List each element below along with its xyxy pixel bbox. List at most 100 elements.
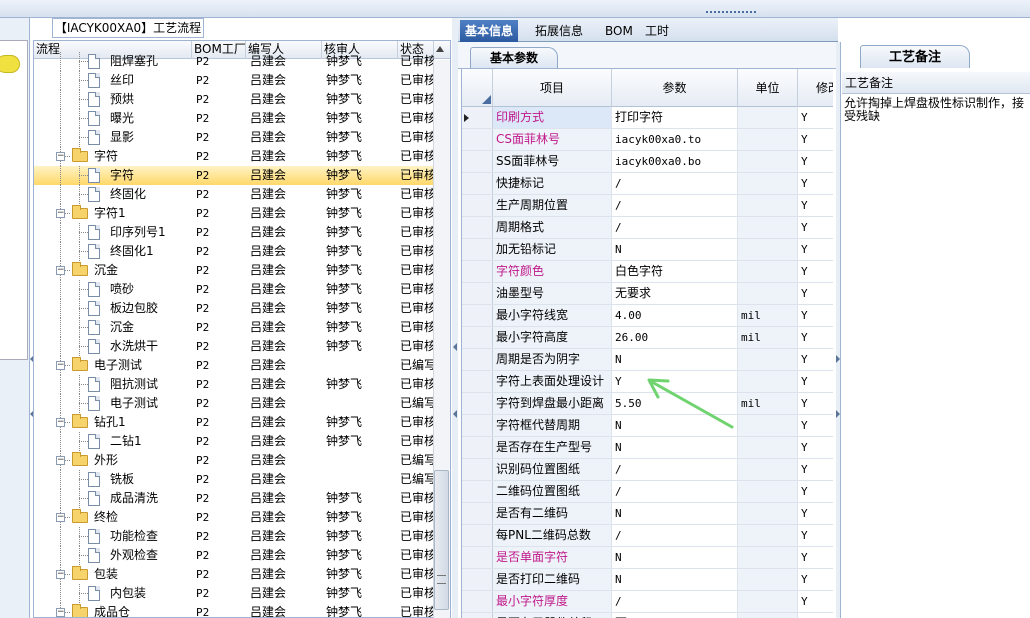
row-header[interactable]	[462, 305, 493, 326]
grid-cell-unit[interactable]	[738, 151, 798, 172]
row-header[interactable]	[462, 481, 493, 502]
grid-row[interactable]: 最小字符厚度 / Y	[462, 591, 833, 613]
grid-cell-modify[interactable]: Y	[798, 349, 833, 370]
collapse-toggle-icon[interactable]: −	[56, 152, 65, 161]
row-header[interactable]	[462, 349, 493, 370]
grid-cell-param[interactable]: /	[612, 591, 738, 612]
grid-col-modify[interactable]: 修改	[798, 69, 833, 107]
grid-row[interactable]: 二维码位置图纸 / Y	[462, 481, 833, 503]
grid-cell-modify[interactable]: Y	[798, 173, 833, 194]
row-header[interactable]	[462, 327, 493, 348]
grid-cell-param[interactable]: iacyk00xa0.to	[612, 129, 738, 150]
grid-cell-param[interactable]: /	[612, 525, 738, 546]
grid-cell-unit[interactable]	[738, 107, 798, 128]
tree-row[interactable]: 阻焊塞孔 P2 吕建会 钟梦飞 已审核	[34, 52, 434, 71]
tree-row[interactable]: 喷砂 P2 吕建会 钟梦飞 已审核	[34, 280, 434, 299]
grid-row[interactable]: 生产周期位置 / Y	[462, 195, 833, 217]
grid-cell-modify[interactable]: Y	[798, 107, 833, 128]
tree-row[interactable]: 水洗烘干 P2 吕建会 钟梦飞 已审核	[34, 337, 434, 356]
collapse-mid-arrow-icon-2[interactable]	[453, 410, 457, 418]
tree-row[interactable]: − 终检 P2 吕建会 钟梦飞 已审核	[34, 508, 434, 527]
tree-row[interactable]: 曝光 P2 吕建会 钟梦飞 已审核	[34, 109, 434, 128]
tree-row[interactable]: − 电子测试 P2 吕建会 已编写	[34, 356, 434, 375]
row-header[interactable]	[462, 503, 493, 524]
tree-row[interactable]: − 字符1 P2 吕建会 钟梦飞 已审核	[34, 204, 434, 223]
grid-cell-unit[interactable]	[738, 349, 798, 370]
row-header[interactable]	[462, 129, 493, 150]
row-header[interactable]	[462, 151, 493, 172]
tree-row[interactable]: 沉金 P2 吕建会 钟梦飞 已审核	[34, 318, 434, 337]
grid-row[interactable]: 是否打印二维码 N Y	[462, 569, 833, 591]
grid-cell-modify[interactable]: Y	[798, 393, 833, 414]
grid-col-unit[interactable]: 单位	[738, 69, 798, 107]
tab-process-remarks[interactable]: 工艺备注	[860, 45, 970, 68]
splitter-left[interactable]	[452, 18, 458, 618]
tree-row[interactable]: 电子测试 P2 吕建会 已编写	[34, 394, 434, 413]
grid-cell-unit[interactable]: mil	[738, 393, 798, 414]
grid-cell-param[interactable]: N	[612, 503, 738, 524]
grid-cell-modify[interactable]: Y	[798, 525, 833, 546]
grid-cell-modify[interactable]: Y	[798, 195, 833, 216]
tree-row[interactable]: − 字符 P2 吕建会 钟梦飞 已审核	[34, 147, 434, 166]
row-header[interactable]	[462, 217, 493, 238]
row-header[interactable]	[462, 393, 493, 414]
tree-row[interactable]: − 成品仓 P2 吕建会 钟梦飞 已审核	[34, 603, 434, 617]
splitter-grip[interactable]	[706, 11, 756, 16]
tree-row[interactable]: 丝印 P2 吕建会 钟梦飞 已审核	[34, 71, 434, 90]
row-header[interactable]	[462, 107, 493, 128]
row-header[interactable]	[462, 437, 493, 458]
grid-cell-unit[interactable]	[738, 195, 798, 216]
grid-cell-param[interactable]: 白色字符	[612, 261, 738, 282]
tree-row[interactable]: 外观检查 P2 吕建会 钟梦飞 已审核	[34, 546, 434, 565]
grid-cell-unit[interactable]: mil	[738, 327, 798, 348]
remarks-text[interactable]: 允许掏掉上焊盘极性标识制作，接受残缺	[844, 97, 1028, 123]
tree-row[interactable]: 终固化1 P2 吕建会 钟梦飞 已审核	[34, 242, 434, 261]
grid-cell-param[interactable]: 4.00	[612, 305, 738, 326]
collapse-toggle-icon[interactable]: −	[56, 209, 65, 218]
tree-row[interactable]: 成品清洗 P2 吕建会 钟梦飞 已审核	[34, 489, 434, 508]
grid-cell-param[interactable]: /	[612, 173, 738, 194]
tree-row[interactable]: 二钻1 P2 吕建会 钟梦飞 已审核	[34, 432, 434, 451]
tree-row[interactable]: 终固化 P2 吕建会 钟梦飞 已审核	[34, 185, 434, 204]
row-header[interactable]	[462, 261, 493, 282]
grid-cell-unit[interactable]	[738, 547, 798, 568]
collapse-toggle-icon[interactable]: −	[56, 418, 65, 427]
tree-row[interactable]: 内包装 P2 吕建会 钟梦飞 已审核	[34, 584, 434, 603]
grid-cell-unit[interactable]	[738, 371, 798, 392]
grid-cell-param[interactable]: N	[612, 547, 738, 568]
tree-row[interactable]: 显影 P2 吕建会 钟梦飞 已审核	[34, 128, 434, 147]
grid-cell-modify[interactable]: Y	[798, 437, 833, 458]
grid-cell-unit[interactable]	[738, 613, 798, 618]
grid-row[interactable]: 每PNL二维码总数 / Y	[462, 525, 833, 547]
grid-cell-param[interactable]: 打印字符	[612, 107, 738, 128]
grid-cell-modify[interactable]: Y	[798, 569, 833, 590]
grid-row[interactable]: 最小字符高度 26.00 mil Y	[462, 327, 833, 349]
grid-cell-unit[interactable]	[738, 503, 798, 524]
tree-row[interactable]: 功能检查 P2 吕建会 钟梦飞 已审核	[34, 527, 434, 546]
row-header[interactable]	[462, 613, 493, 618]
grid-cell-modify[interactable]: Y	[798, 613, 833, 618]
grid-row[interactable]: 周期是否为阴字 N Y	[462, 349, 833, 371]
grid-cell-unit[interactable]	[738, 217, 798, 238]
grid-row[interactable]: SS面菲林号 iacyk00xa0.bo Y	[462, 151, 833, 173]
row-header[interactable]	[462, 569, 493, 590]
collapse-toggle-icon[interactable]: −	[56, 608, 65, 617]
tab-bom[interactable]: BOM	[600, 20, 638, 42]
tree-row[interactable]: 铣板 P2 吕建会 已编写	[34, 470, 434, 489]
tab-extended-info[interactable]: 拓展信息	[530, 20, 588, 42]
collapse-toggle-icon[interactable]: −	[56, 513, 65, 522]
tree-row[interactable]: − 钻孔1 P2 吕建会 钟梦飞 已审核	[34, 413, 434, 432]
row-header[interactable]	[462, 239, 493, 260]
grid-cell-unit[interactable]	[738, 437, 798, 458]
grid-cell-modify[interactable]: Y	[798, 151, 833, 172]
grid-cell-param[interactable]: /	[612, 217, 738, 238]
tree-row[interactable]: − 包装 P2 吕建会 钟梦飞 已审核	[34, 565, 434, 584]
grid-cell-param[interactable]: 26.00	[612, 327, 738, 348]
collapse-mid-arrow-icon[interactable]	[453, 343, 457, 351]
grid-cell-unit[interactable]: mil	[738, 305, 798, 326]
tab-work-hours[interactable]: 工时	[640, 20, 674, 42]
row-header[interactable]	[462, 283, 493, 304]
grid-cell-unit[interactable]	[738, 173, 798, 194]
grid-cell-unit[interactable]	[738, 261, 798, 282]
row-header[interactable]	[462, 525, 493, 546]
